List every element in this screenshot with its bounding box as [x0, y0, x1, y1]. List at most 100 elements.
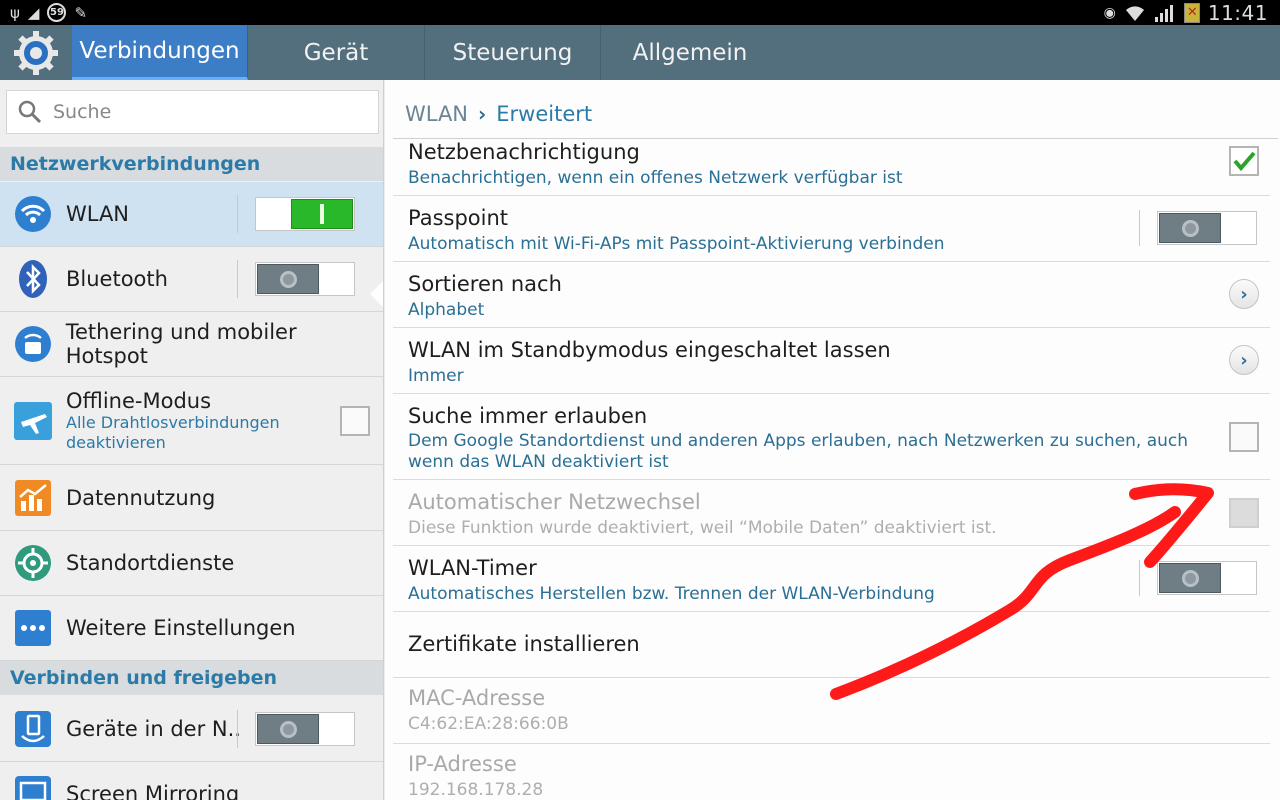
more-icon — [0, 609, 66, 647]
tab-bar: Verbindungen Gerät Steuerung Allgemein — [0, 25, 1280, 80]
gear-icon — [14, 30, 58, 75]
bluetooth-icon — [0, 259, 66, 299]
settings-app-icon[interactable] — [0, 25, 72, 80]
divider — [1139, 210, 1140, 246]
setting-title: MAC-Adresse — [408, 686, 546, 710]
chevron-right-icon[interactable]: › — [1229, 279, 1259, 309]
clock: 11:41 — [1207, 0, 1268, 25]
setting-row-netzbenachrichtigung[interactable]: Netzbenachrichtigung Benachrichtigen, we… — [393, 139, 1270, 196]
wlan-switch[interactable] — [255, 197, 355, 231]
sidebar-item-label: Geräte in der N.. — [66, 717, 241, 741]
setting-title: Sortieren nach — [408, 272, 562, 296]
netzbenachrichtigung-checkbox[interactable] — [1229, 146, 1259, 176]
chevron-right-icon[interactable]: › — [1229, 345, 1259, 375]
main-panel: WLAN › Erweitert Netzbenachrichtigung Be… — [385, 80, 1280, 800]
setting-value: C4:62:EA:28:66:0B — [408, 714, 569, 734]
nearby-devices-switch[interactable] — [255, 712, 355, 746]
setting-title: WLAN im Standbymodus eingeschaltet lasse… — [408, 338, 891, 362]
search-input[interactable]: Suche — [6, 90, 379, 134]
sidebar-item-tethering[interactable]: Tethering und mobiler Hotspot — [0, 312, 383, 377]
setting-value: 192.168.178.28 — [408, 780, 544, 800]
setting-title: WLAN-Timer — [408, 556, 537, 580]
data-usage-icon — [0, 479, 66, 517]
eye-icon: ◉ — [1103, 4, 1116, 21]
chevron-right-icon: › — [478, 102, 487, 126]
divider — [237, 710, 238, 748]
setting-subtitle: Diese Funktion wurde deaktiviert, weil “… — [408, 518, 997, 538]
breadcrumb-parent[interactable]: WLAN — [405, 102, 468, 126]
setting-subtitle: Alphabet — [408, 300, 485, 320]
setting-row-suche-immer-erlauben[interactable]: Suche immer erlauben Dem Google Standort… — [393, 394, 1270, 480]
search-icon — [7, 100, 53, 124]
switch-off-knob — [1159, 213, 1221, 243]
breadcrumb-current: Erweitert — [496, 102, 593, 126]
setting-row-mac-adresse: MAC-Adresse C4:62:EA:28:66:0B — [393, 678, 1270, 744]
tab-allgemein[interactable]: Allgemein — [601, 25, 779, 80]
setting-subtitle: Dem Google Standortdienst und anderen Ap… — [408, 431, 1189, 472]
nearby-devices-icon — [0, 710, 66, 748]
screen-mirroring-icon — [0, 775, 66, 800]
setting-title: IP-Adresse — [408, 752, 517, 776]
search-placeholder: Suche — [53, 101, 112, 123]
usb-icon: ψ — [10, 3, 20, 22]
sidebar-item-label: Screen Mirroring — [66, 782, 240, 800]
checkmark-icon — [1233, 151, 1256, 172]
bluetooth-switch[interactable] — [255, 262, 355, 296]
setting-title: Automatischer Netzwechsel — [408, 490, 701, 514]
sidebar-item-sublabel: Alle Drahtlosverbindungen deaktivieren — [66, 412, 280, 452]
setting-title: Suche immer erlauben — [408, 404, 648, 428]
setting-row-passpoint[interactable]: Passpoint Automatisch mit Wi-Fi-APs mit … — [393, 196, 1270, 262]
sidebar-item-label: Bluetooth — [66, 267, 168, 291]
battery-icon — [1183, 2, 1200, 23]
automatischer-netzwechsel-checkbox — [1229, 498, 1259, 528]
breadcrumb: WLAN › Erweitert — [405, 102, 592, 126]
suche-immer-erlauben-checkbox[interactable] — [1229, 422, 1259, 452]
badge-icon: 59 — [47, 3, 67, 22]
wlan-timer-switch[interactable] — [1157, 561, 1257, 595]
setting-title: Passpoint — [408, 206, 509, 230]
sidebar-item-weitere-einstellungen[interactable]: Weitere Einstellungen — [0, 596, 383, 661]
setting-title: Zertifikate installieren — [408, 632, 640, 656]
offline-mode-checkbox[interactable] — [340, 406, 370, 436]
sidebar-item-label: Tethering und mobiler Hotspot — [65, 320, 297, 368]
status-bar: ψ ◢ 59 ✎ ◉ 11:41 — [0, 0, 1280, 25]
sidebar-item-label: Standortdienste — [66, 551, 235, 575]
sidebar-item-offline-modus[interactable]: Offline-Modus Alle Drahtlosverbindungen … — [0, 377, 383, 465]
setting-subtitle: Benachrichtigen, wenn ein offenes Netzwe… — [408, 168, 903, 188]
sidebar-item-datennutzung[interactable]: Datennutzung — [0, 466, 383, 531]
switch-on-knob — [291, 199, 353, 229]
tab-verbindungen[interactable]: Verbindungen — [72, 25, 248, 80]
switch-off-knob — [257, 264, 319, 294]
setting-row-wlan-timer[interactable]: WLAN-Timer Automatisches Herstellen bzw.… — [393, 546, 1270, 612]
wifi-icon — [0, 195, 66, 233]
sidebar: Suche Netzwerkverbindungen WLAN Bluetoot… — [0, 80, 384, 800]
sidebar-item-label: Weitere Einstellungen — [66, 616, 296, 640]
sidebar-item-label: WLAN — [66, 202, 130, 226]
pencil-icon: ✎ — [74, 3, 88, 22]
wifi-icon — [1125, 5, 1144, 21]
divider — [237, 260, 238, 298]
switch-off-knob — [257, 714, 319, 744]
tab-geraet[interactable]: Gerät — [248, 25, 425, 80]
setting-subtitle: Automatisches Herstellen bzw. Trennen de… — [408, 584, 935, 604]
sidebar-item-label: Datennutzung — [66, 486, 216, 510]
setting-row-wlan-standby[interactable]: WLAN im Standbymodus eingeschaltet lasse… — [393, 328, 1270, 394]
divider — [1139, 560, 1140, 596]
tab-steuerung[interactable]: Steuerung — [425, 25, 601, 80]
section-header-netzwerkverbindungen: Netzwerkverbindungen — [0, 147, 383, 181]
section-header-verbinden-und-freigeben: Verbinden und freigeben — [0, 661, 383, 695]
setting-row-zertifikate-installieren[interactable]: Zertifikate installieren — [393, 612, 1270, 678]
switch-off-knob — [1159, 563, 1221, 593]
sidebar-item-screen-mirroring[interactable]: Screen Mirroring — [0, 762, 383, 800]
setting-row-sortieren-nach[interactable]: Sortieren nach Alphabet › — [393, 262, 1270, 328]
sidebar-item-label: Offline-Modus — [66, 388, 212, 413]
setting-title: Netzbenachrichtigung — [408, 140, 640, 164]
sidebar-item-standortdienste[interactable]: Standortdienste — [0, 531, 383, 596]
hotspot-icon — [0, 325, 66, 363]
setting-row-automatischer-netzwechsel: Automatischer Netzwechsel Diese Funktion… — [393, 480, 1270, 546]
divider — [237, 195, 238, 233]
passpoint-switch[interactable] — [1157, 211, 1257, 245]
data-icon: ◢ — [27, 3, 40, 22]
signal-icon — [1154, 4, 1173, 22]
airplane-icon — [0, 401, 66, 441]
